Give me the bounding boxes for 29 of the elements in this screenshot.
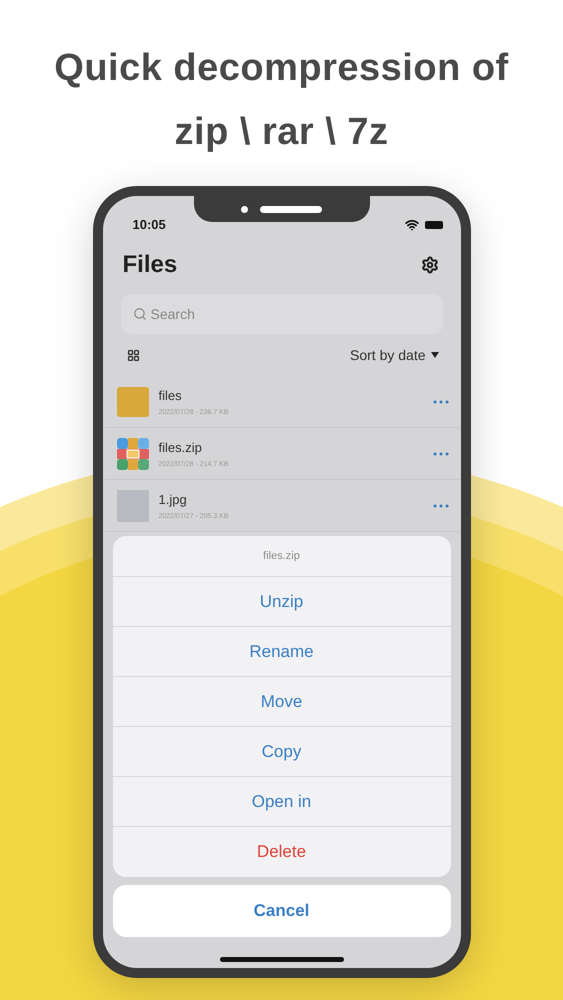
caret-icon bbox=[430, 352, 438, 358]
search-field[interactable]: Search bbox=[120, 294, 442, 334]
action-item[interactable]: Move bbox=[112, 677, 450, 727]
action-item[interactable]: Unzip bbox=[112, 577, 450, 627]
file-name: 1.jpg bbox=[158, 492, 188, 506]
cancel-button[interactable]: Cancel bbox=[112, 885, 450, 937]
action-item[interactable]: Copy bbox=[112, 727, 450, 777]
more-icon[interactable] bbox=[432, 504, 448, 508]
headline: zip \ rar \ 7z bbox=[174, 110, 388, 155]
action-item[interactable]: Delete bbox=[112, 827, 450, 877]
battery-icon bbox=[424, 221, 442, 229]
wifi-icon bbox=[404, 218, 418, 232]
file-name: files bbox=[158, 388, 183, 402]
more-icon[interactable] bbox=[432, 452, 448, 456]
status-time: 10:05 bbox=[132, 217, 166, 232]
sheet-title: files.zip bbox=[112, 536, 450, 577]
more-icon[interactable] bbox=[432, 400, 448, 404]
folder-icon bbox=[116, 386, 148, 416]
photo-placeholder bbox=[116, 490, 148, 522]
action-item[interactable]: Rename bbox=[112, 627, 450, 677]
settings-icon[interactable] bbox=[420, 256, 438, 274]
sort-button[interactable]: Sort by date bbox=[350, 347, 438, 363]
search-icon bbox=[132, 307, 146, 321]
headline: Quick decompression of bbox=[54, 46, 509, 91]
file-name: files.zip bbox=[158, 440, 203, 454]
screen-title: Files bbox=[122, 251, 178, 279]
grid-view-icon[interactable] bbox=[126, 348, 140, 362]
archive-icon bbox=[116, 438, 148, 470]
action-item[interactable]: Open in bbox=[112, 777, 450, 827]
